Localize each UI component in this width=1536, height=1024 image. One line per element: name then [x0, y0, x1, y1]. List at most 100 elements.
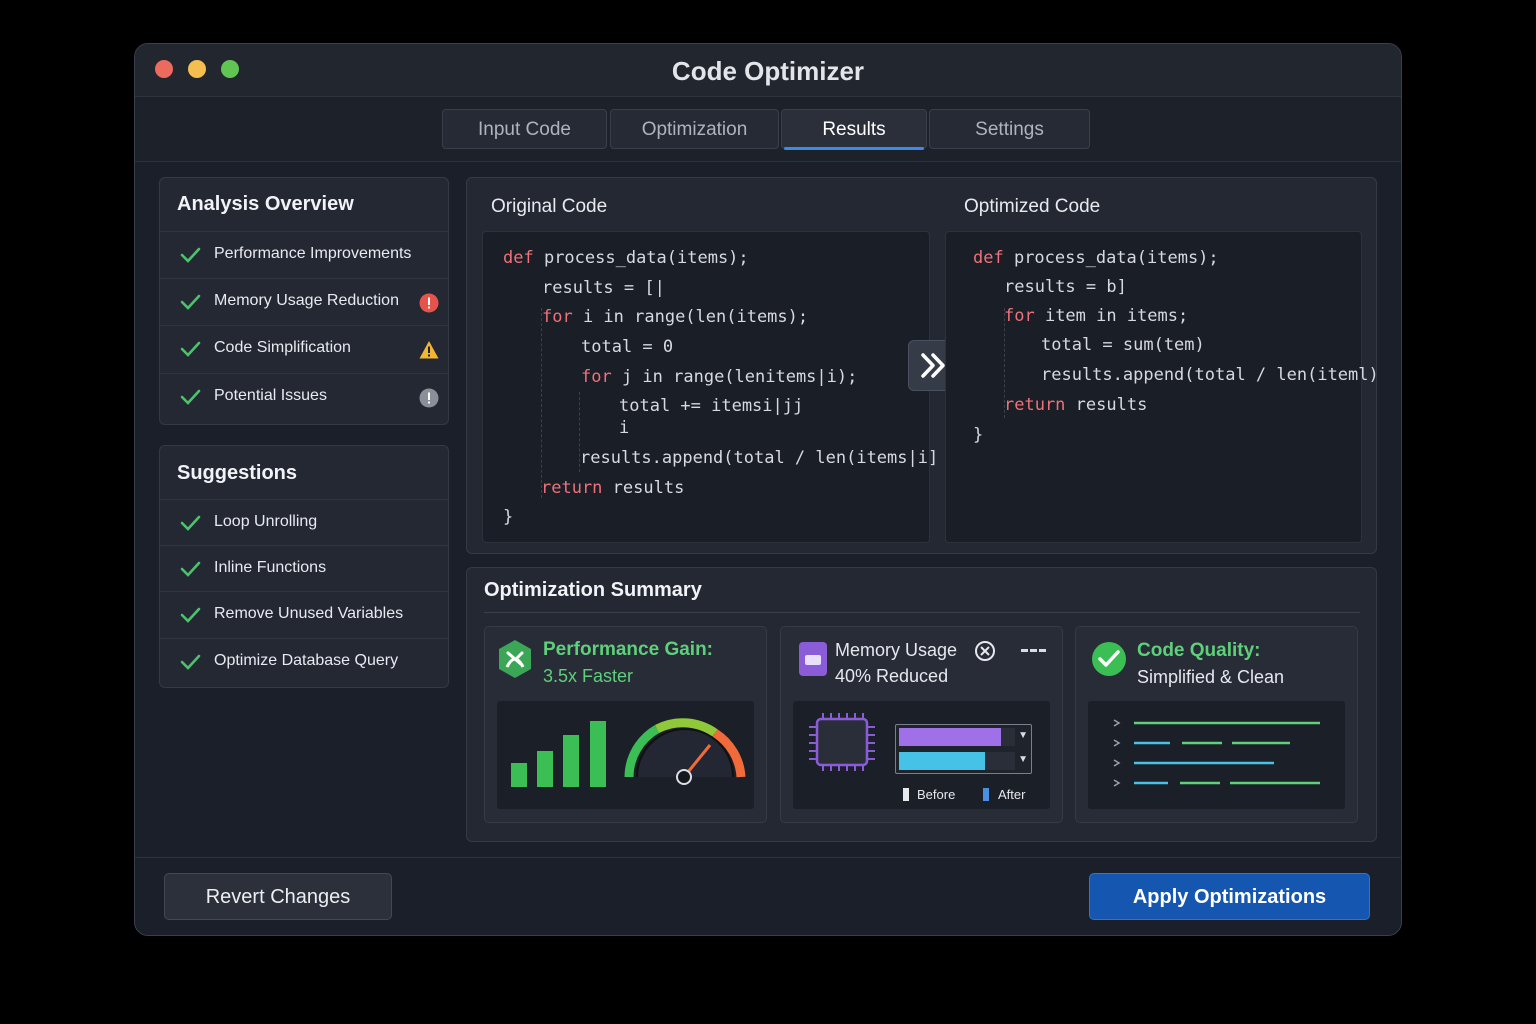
window-title: Code Optimizer — [671, 56, 865, 86]
suggestion-item-label: Remove Unused Variables — [214, 605, 404, 622]
code-keyword: for — [581, 367, 612, 387]
analysis-item-label: Performance Improvements — [214, 245, 412, 262]
code-quality-title: Code Quality: — [1137, 640, 1261, 661]
bar-chart-bar — [590, 721, 606, 787]
code-quality-card: Code Quality: Simplified & Clean — [1075, 626, 1358, 823]
suggestion-item[interactable]: Optimize Database Query — [160, 638, 448, 686]
title-bar: Code Optimizer — [135, 44, 1401, 97]
code-line: total = sum(tem) — [1041, 335, 1205, 355]
tab-results[interactable]: Results — [781, 109, 927, 150]
code-keyword: return — [1004, 395, 1066, 415]
code-keyword: for — [542, 307, 573, 327]
memory-after-track — [899, 752, 1015, 770]
memory-before-bar — [899, 728, 1002, 746]
speedometer-gauge — [624, 718, 746, 785]
more-dots-icon[interactable] — [1020, 647, 1048, 655]
code-quality-value: Simplified & Clean — [1137, 667, 1285, 687]
analysis-item-label: Code Simplification — [214, 339, 351, 356]
optimized-code-editor[interactable]: def process_data(items); results = b] fo… — [945, 231, 1379, 543]
app-window: Code Optimizer Input Code Optimization R… — [134, 43, 1402, 936]
optimization-summary-panel: Optimization Summary Performance Gain: 3… — [466, 567, 1377, 842]
suggestion-item-label: Loop Unrolling — [214, 513, 318, 530]
suggestion-item[interactable]: Remove Unused Variables — [160, 591, 448, 639]
memory-after-bar — [899, 752, 985, 770]
suggestions-panel: Suggestions Loop Unrolling Inline Functi… — [159, 445, 449, 688]
performance-card: Performance Gain: 3.5x Faster — [484, 626, 767, 823]
code-line: results.append(total / len(items|i] — [580, 448, 938, 468]
code-line: results = [| — [542, 278, 665, 298]
memory-chart: ▼ ▼ Before After — [793, 701, 1050, 809]
tab-optimization[interactable]: Optimization — [610, 109, 779, 149]
legend-before-label: Before — [917, 787, 956, 802]
code-keyword: return — [541, 478, 603, 498]
dropdown-caret-icon[interactable]: ▼ — [1018, 754, 1028, 765]
check-icon — [180, 294, 201, 310]
legend-after-swatch — [983, 788, 989, 801]
tab-input-code[interactable]: Input Code — [442, 109, 607, 149]
suggestions-title: Suggestions — [177, 462, 298, 484]
code-text: } — [973, 425, 984, 445]
alert-circle-icon — [419, 293, 439, 313]
dropdown-caret-icon[interactable]: ▼ — [1018, 730, 1028, 741]
memory-before-track — [899, 728, 1015, 746]
suggestion-item[interactable]: Loop Unrolling — [160, 499, 448, 547]
code-text: total = 0 — [581, 337, 674, 357]
original-code-label: Original Code — [491, 196, 608, 217]
suggestion-item[interactable]: Inline Functions — [160, 545, 448, 593]
suggestion-item-label: Optimize Database Query — [214, 652, 399, 669]
code-line: } — [503, 507, 513, 527]
info-circle-icon — [419, 388, 439, 408]
analysis-item[interactable]: Code Simplification — [160, 325, 448, 373]
check-icon — [180, 515, 201, 531]
analysis-item[interactable]: Memory Usage Reduction — [160, 278, 448, 326]
code-text: } — [503, 507, 514, 527]
revert-changes-button[interactable]: Revert Changes — [164, 873, 392, 920]
code-text: i — [619, 418, 630, 438]
apply-optimizations-button[interactable]: Apply Optimizations — [1089, 873, 1370, 920]
code-line: results.append(total / len(iteml) — [1041, 365, 1379, 385]
code-line: return results — [1004, 395, 1147, 415]
code-line: for j in range(lenitems|i); — [581, 367, 857, 387]
check-icon — [180, 607, 201, 623]
performance-chart — [497, 701, 754, 809]
memory-bars: ▼ ▼ — [895, 724, 1032, 774]
code-text: results = b] — [1004, 277, 1127, 297]
check-icon — [180, 654, 201, 670]
check-circle-icon — [1092, 642, 1126, 676]
code-text: total = sum(tem) — [1041, 335, 1205, 355]
memory-card: Memory Usage 40% Reduced ▼ ▼ Before Afte… — [780, 626, 1063, 823]
tab-settings[interactable]: Settings — [929, 109, 1090, 149]
close-circle-icon[interactable] — [974, 640, 996, 662]
cpu-chip-icon — [809, 713, 875, 771]
original-code-editor[interactable]: def process_data(items); results = [| fo… — [482, 231, 938, 543]
code-line: total += itemsi|jj — [619, 396, 803, 416]
code-text: total += itemsi|jj — [619, 396, 804, 416]
analysis-item[interactable]: Potential Issues — [160, 373, 448, 421]
performance-badge-icon — [499, 640, 531, 678]
code-quality-preview — [1088, 701, 1345, 809]
divider — [484, 612, 1360, 613]
code-text: process_data(items); — [533, 248, 749, 268]
code-line: results = b] — [1004, 277, 1127, 297]
code-text: results — [1065, 395, 1148, 415]
bar-chart-bar — [537, 751, 553, 787]
code-text: results = [| — [542, 278, 665, 298]
code-line: return results — [541, 478, 684, 498]
code-line: for i in range(len(items); — [542, 307, 808, 327]
analysis-overview-panel: Analysis Overview Performance Improvemen… — [159, 177, 449, 425]
warning-triangle-icon — [419, 341, 439, 359]
check-icon — [180, 247, 201, 263]
memory-db-icon — [799, 642, 827, 676]
bar-chart-bar — [563, 735, 579, 787]
analysis-item[interactable]: Performance Improvements — [160, 231, 448, 279]
code-line: total = 0 — [581, 337, 673, 357]
code-text: results.append(total / len(iteml) — [1041, 365, 1379, 385]
legend-before-swatch — [903, 788, 909, 801]
code-text: results.append(total / len(items|i] — [580, 448, 939, 468]
code-line: def process_data(items); — [503, 248, 749, 268]
code-text: process_data(items); — [1003, 248, 1219, 268]
memory-value: 40% Reduced — [835, 666, 949, 686]
code-line: for item in items; — [1004, 306, 1188, 326]
check-icon — [180, 561, 201, 577]
code-text: results — [602, 478, 685, 498]
